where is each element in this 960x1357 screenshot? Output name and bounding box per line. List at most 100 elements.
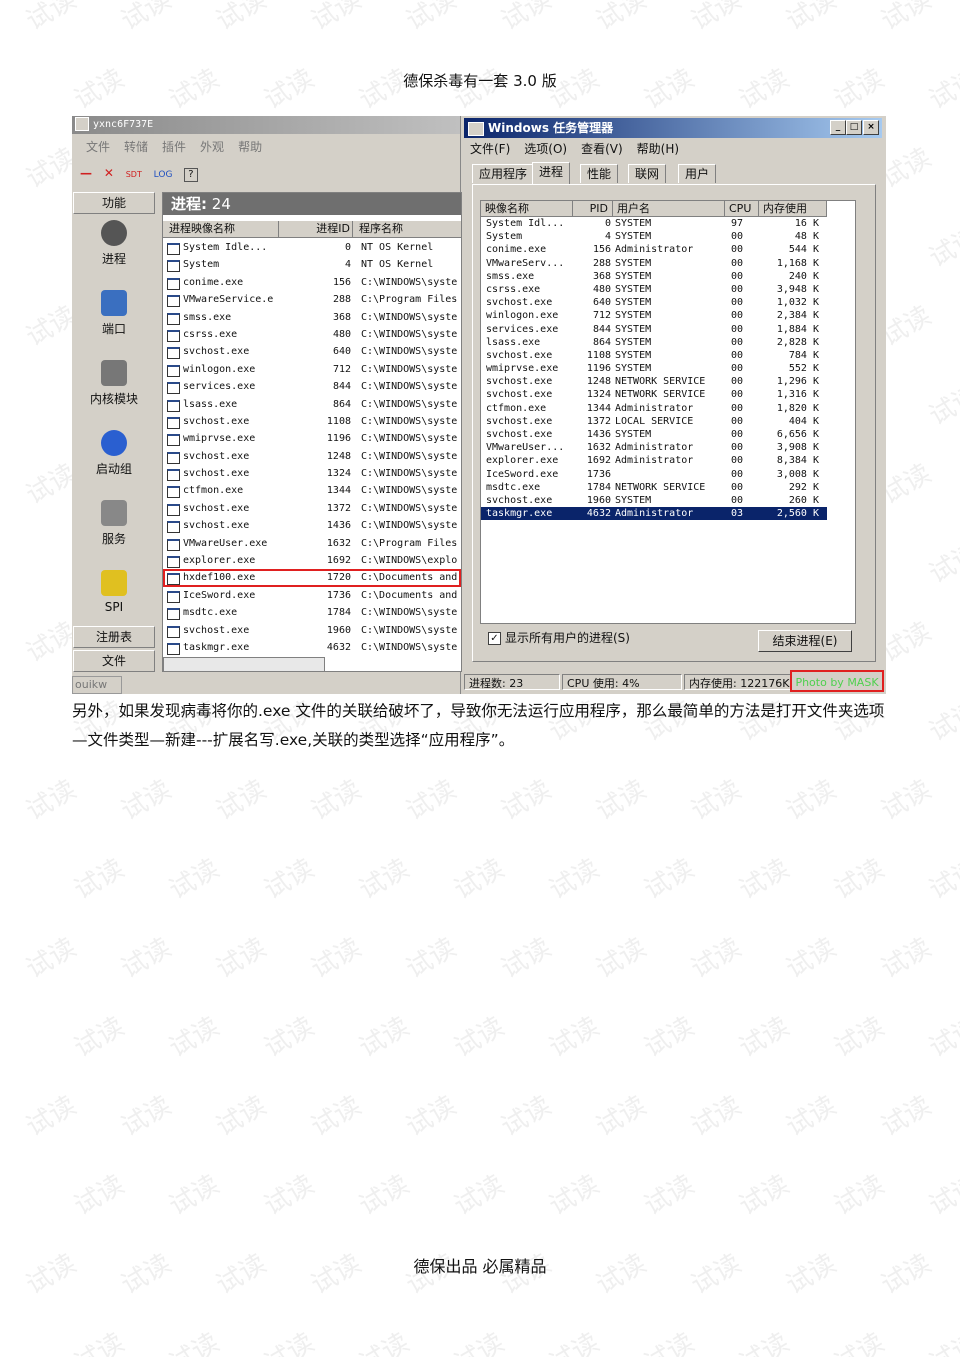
tab-1[interactable]: 进程 — [532, 162, 571, 185]
sidebar-item[interactable]: 端口 — [73, 290, 155, 354]
table-row[interactable]: ctfmon.exe 1344 C:\WINDOWS\syste — [163, 482, 461, 499]
column-pid[interactable]: 进程ID — [279, 221, 353, 237]
process-icon — [167, 608, 180, 621]
sidebar-item[interactable]: 服务 — [73, 500, 155, 564]
menu-item[interactable]: 外观 — [200, 140, 224, 154]
sidebar-item[interactable]: 进程 — [73, 220, 155, 284]
table-row[interactable]: svchost.exe 1248 C:\WINDOWS\syste — [163, 448, 461, 465]
help-tool-icon[interactable]: ? — [184, 168, 198, 182]
table-row[interactable]: svchost.exe 1372 LOCAL SERVICE 00 404 K — [481, 415, 827, 428]
table-row[interactable]: IceSword.exe 1736 C:\Documents and — [163, 587, 461, 604]
table-row[interactable]: VMwareService.e 288 C:\Program Files — [163, 291, 461, 308]
table-row[interactable]: System Idl... 0 SYSTEM 97 16 K — [481, 217, 827, 230]
table-row[interactable]: smss.exe 368 SYSTEM 00 240 K — [481, 270, 827, 283]
table-row[interactable]: explorer.exe 1692 Administrator 00 8,384 K — [481, 454, 827, 467]
cell: 00 — [731, 376, 744, 388]
column-username[interactable]: 用户名 — [613, 201, 725, 216]
cell: 368 — [592, 270, 611, 282]
table-row[interactable]: VMwareServ... 288 SYSTEM 00 1,168 K — [481, 257, 827, 270]
table-row[interactable]: services.exe 844 SYSTEM 00 1,884 K — [481, 323, 827, 336]
menu-item[interactable]: 插件 — [162, 140, 186, 154]
column-program-name[interactable]: 程序名称 — [353, 221, 461, 237]
column-image-name[interactable]: 映像名称 — [481, 201, 573, 216]
table-row[interactable]: ctfmon.exe 1344 Administrator 00 1,820 K — [481, 402, 827, 415]
table-row[interactable]: wmiprvse.exe 1196 C:\WINDOWS\syste — [163, 430, 461, 447]
menu-item[interactable]: 查看(V) — [581, 142, 623, 156]
close-window-icon[interactable]: × — [863, 120, 879, 135]
table-row[interactable]: msdtc.exe 1784 C:\WINDOWS\syste — [163, 604, 461, 621]
table-row[interactable]: svchost.exe 640 C:\WINDOWS\syste — [163, 343, 461, 360]
watermark-text: 试读 — [449, 1011, 510, 1064]
table-row[interactable]: conime.exe 156 C:\WINDOWS\syste — [163, 274, 461, 291]
table-row[interactable]: System Idle... 0 NT OS Kernel — [163, 239, 461, 256]
table-row[interactable]: svchost.exe 1108 C:\WINDOWS\syste — [163, 413, 461, 430]
horizontal-scrollbar[interactable] — [163, 657, 325, 672]
menu-item[interactable]: 帮助 — [238, 140, 262, 154]
log-tool-button[interactable]: LOG — [154, 162, 173, 188]
table-row[interactable]: svchost.exe 1436 SYSTEM 00 6,656 K — [481, 428, 827, 441]
table-row[interactable]: lsass.exe 864 SYSTEM 00 2,828 K — [481, 336, 827, 349]
menu-item[interactable]: 选项(O) — [524, 142, 567, 156]
end-process-button[interactable]: 结束进程(E) — [758, 630, 852, 652]
table-row[interactable]: msdtc.exe 1784 NETWORK SERVICE 00 292 K — [481, 481, 827, 494]
checkbox-checked-icon[interactable]: ✓ — [488, 632, 501, 645]
table-row[interactable]: svchost.exe 640 SYSTEM 00 1,032 K — [481, 296, 827, 309]
table-row[interactable]: csrss.exe 480 C:\WINDOWS\syste — [163, 326, 461, 343]
table-row[interactable]: System 4 NT OS Kernel — [163, 256, 461, 273]
column-image-name[interactable]: 进程映像名称 — [163, 221, 279, 237]
table-row[interactable]: winlogon.exe 712 C:\WINDOWS\syste — [163, 361, 461, 378]
tab-3[interactable]: 联网 — [628, 164, 667, 183]
table-row[interactable]: smss.exe 368 C:\WINDOWS\syste — [163, 309, 461, 326]
table-row[interactable]: System 4 SYSTEM 00 48 K — [481, 230, 827, 243]
sidebar-button[interactable]: 文件 — [73, 650, 155, 672]
cell: Administrator — [615, 455, 694, 467]
sidebar-item[interactable]: 启动组 — [73, 430, 155, 494]
table-row[interactable]: explorer.exe 1692 C:\WINDOWS\explo — [163, 552, 461, 569]
tab-4[interactable]: 用户 — [678, 164, 717, 183]
close-tool-icon[interactable]: ✕ — [104, 160, 114, 186]
sdt-tool-button[interactable]: SDT — [126, 162, 142, 188]
table-row[interactable]: svchost.exe 1436 C:\WINDOWS\syste — [163, 517, 461, 534]
table-row[interactable]: svchost.exe 1372 C:\WINDOWS\syste — [163, 500, 461, 517]
menu-item[interactable]: 转储 — [124, 140, 148, 154]
table-row[interactable]: lsass.exe 864 C:\WINDOWS\syste — [163, 396, 461, 413]
table-row[interactable]: svchost.exe 1324 NETWORK SERVICE 00 1,316 K — [481, 388, 827, 401]
table-row[interactable]: hxdef100.exe 1720 C:\Documents and — [163, 569, 461, 587]
menu-item[interactable]: 文件(F) — [470, 142, 510, 156]
process-id: 640 — [332, 346, 351, 358]
minimize-window-icon[interactable]: _ — [830, 120, 846, 135]
sidebar-item[interactable]: 内核模块 — [73, 360, 155, 424]
process-icon — [167, 312, 180, 325]
column-memory[interactable]: 内存使用 — [759, 201, 827, 216]
table-row[interactable]: winlogon.exe 712 SYSTEM 00 2,384 K — [481, 309, 827, 322]
watermark-text: 试读 — [639, 1011, 700, 1064]
watermark-text: 试读 — [924, 379, 960, 432]
cell: 1436 — [586, 429, 611, 440]
table-row[interactable]: taskmgr.exe 4632 Administrator 03 2,560 K — [481, 507, 827, 521]
process-path: C:\WINDOWS\syste — [361, 641, 458, 653]
table-row[interactable]: IceSword.exe 1736 00 3,008 K — [481, 468, 827, 481]
minimize-tool-icon[interactable]: — — [80, 160, 92, 186]
table-row[interactable]: VMwareUser.exe 1632 C:\Program Files — [163, 535, 461, 552]
tab-0[interactable]: 应用程序 — [472, 164, 535, 183]
table-row[interactable]: services.exe 844 C:\WINDOWS\syste — [163, 378, 461, 395]
menu-item[interactable]: 文件 — [86, 140, 110, 154]
sidebar-item-label: 服务 — [101, 532, 126, 546]
table-row[interactable]: taskmgr.exe 4632 C:\WINDOWS\syste — [163, 639, 461, 656]
table-row[interactable]: svchost.exe 1960 C:\WINDOWS\syste — [163, 622, 461, 639]
table-row[interactable]: VMwareUser... 1632 Administrator 00 3,908 K — [481, 441, 827, 454]
table-row[interactable]: conime.exe 156 Administrator 00 544 K — [481, 243, 827, 256]
show-all-users-checkbox[interactable]: ✓ 显示所有用户的进程(S) — [488, 630, 630, 646]
table-row[interactable]: svchost.exe 1324 C:\WINDOWS\syste — [163, 465, 461, 482]
table-row[interactable]: svchost.exe 1960 SYSTEM 00 260 K — [481, 494, 827, 507]
maximize-window-icon[interactable]: □ — [846, 120, 862, 135]
table-row[interactable]: csrss.exe 480 SYSTEM 00 3,948 K — [481, 283, 827, 296]
table-row[interactable]: svchost.exe 1108 SYSTEM 00 784 K — [481, 349, 827, 362]
column-pid[interactable]: PID — [573, 201, 613, 216]
table-row[interactable]: svchost.exe 1248 NETWORK SERVICE 00 1,296 K — [481, 375, 827, 388]
sidebar-button[interactable]: 注册表 — [73, 626, 155, 648]
tab-2[interactable]: 性能 — [580, 164, 619, 183]
table-row[interactable]: wmiprvse.exe 1196 SYSTEM 00 552 K — [481, 362, 827, 375]
column-cpu[interactable]: CPU — [725, 201, 759, 216]
menu-item[interactable]: 帮助(H) — [637, 142, 679, 156]
